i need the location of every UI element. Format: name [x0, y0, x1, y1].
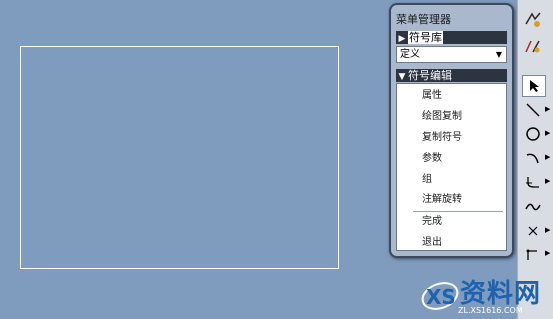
dropdown-arrow-icon: ▼: [495, 50, 502, 59]
watermark-url: ZL.XS1616.COM: [458, 306, 523, 315]
menu-manager-title: 菜单管理器: [396, 13, 451, 26]
arc-icon[interactable]: [522, 148, 544, 168]
symbol-tool-icon[interactable]: [521, 8, 545, 30]
done-button[interactable]: 完成: [422, 215, 442, 229]
line-icon[interactable]: [522, 100, 544, 120]
symbol-library-label: 符号库: [408, 31, 443, 44]
menu-separator: [413, 211, 503, 212]
expand-arrow-icon: ▶: [398, 34, 406, 44]
spline-icon[interactable]: [522, 197, 544, 217]
select-arrow-icon[interactable]: [522, 75, 546, 97]
definition-select[interactable]: 定义 ▼: [396, 46, 507, 63]
symbol-edit-label: 符号编辑: [408, 69, 452, 82]
arc-more-arrow-icon[interactable]: ▶: [545, 153, 550, 161]
symbol-edit-header[interactable]: ▼ 符号编辑: [396, 69, 507, 82]
point-more-arrow-icon[interactable]: ▶: [545, 226, 550, 234]
fillet-more-arrow-icon[interactable]: ▶: [545, 177, 550, 185]
watermark-logo: XS 资料网 ZL.XS1616.COM: [420, 272, 553, 319]
symbol-library-header[interactable]: ▶ 符号库: [396, 31, 507, 44]
line-more-arrow-icon[interactable]: ▶: [545, 105, 550, 113]
menu-item-group[interactable]: 组: [422, 173, 432, 187]
menu-item-note-rotate[interactable]: 注解旋转: [422, 193, 462, 207]
exit-button[interactable]: 退出: [422, 236, 442, 250]
symbol-edit-tool-icon[interactable]: [521, 35, 545, 57]
point-icon[interactable]: [522, 221, 544, 241]
drawing-sheet-border: [20, 46, 339, 269]
menu-item-copy-symbol[interactable]: 复制符号: [422, 131, 462, 145]
coordinate-more-arrow-icon[interactable]: ▶: [545, 249, 550, 257]
coordinate-icon[interactable]: [522, 244, 544, 264]
circle-icon[interactable]: [522, 124, 544, 144]
watermark-text: 资料网: [460, 279, 542, 309]
menu-item-draw-copy[interactable]: 绘图复制: [422, 110, 462, 124]
symbol-edit-menu-list: 属性 绘图复制 复制符号 参数 组 注解旋转 完成 退出: [396, 83, 507, 251]
menu-item-properties[interactable]: 属性: [422, 89, 442, 103]
menu-item-parameters[interactable]: 参数: [422, 152, 442, 166]
circle-more-arrow-icon[interactable]: ▶: [545, 129, 550, 137]
svg-text:XS: XS: [426, 285, 456, 309]
fillet-icon[interactable]: [522, 172, 544, 192]
menu-manager-panel: 菜单管理器 ▶ 符号库 定义 ▼ ▼ 符号编辑 属性 绘图复制 复制符号 参数 组 …: [389, 3, 514, 258]
definition-select-value: 定义: [400, 49, 420, 60]
